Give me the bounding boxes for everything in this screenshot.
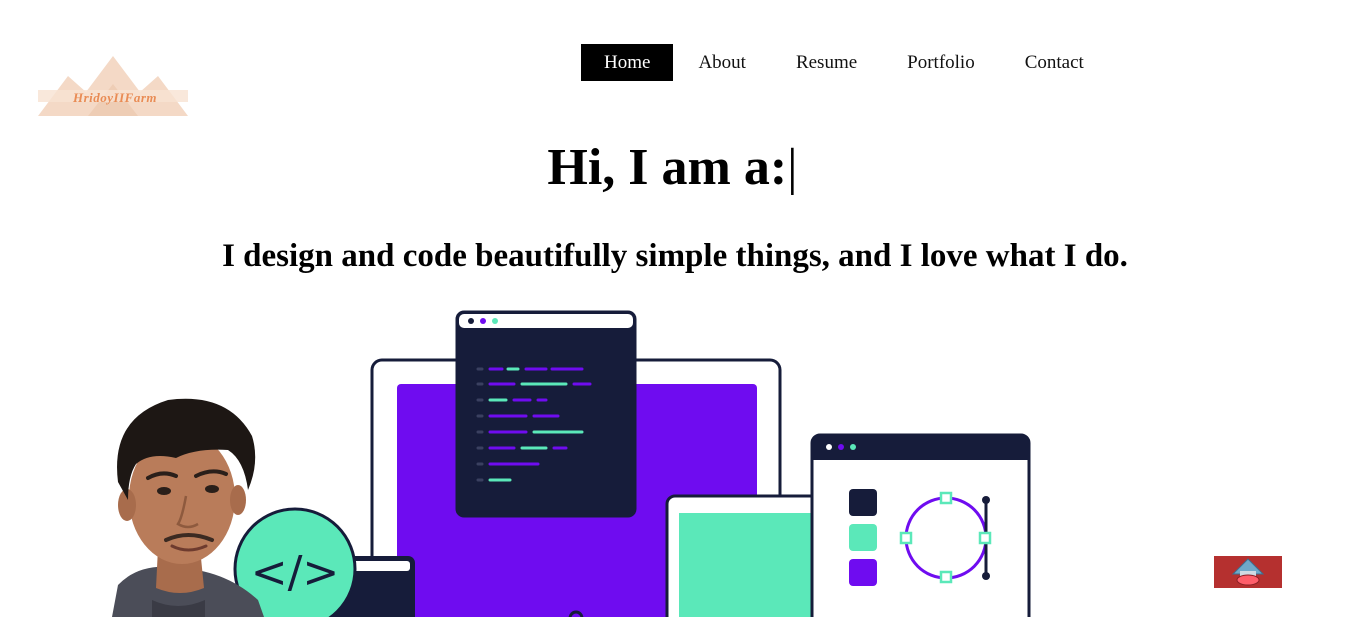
logo-text: HridoyIIFarm [72,90,157,105]
main-nav: Home About Resume Portfolio Contact [581,44,1109,81]
hero-title-text: Hi, I am a: [547,139,788,196]
nav-resume[interactable]: Resume [771,44,882,81]
tablet-graphic [665,494,829,617]
typing-cursor: | [787,139,798,196]
nav-home[interactable]: Home [581,44,674,81]
nav-portfolio[interactable]: Portfolio [882,44,1000,81]
code-brackets-icon: </> [251,547,340,598]
hero-subtitle: I design and code beautifully simple thi… [222,238,1128,274]
logo-mountains-icon [38,56,188,116]
nav-about[interactable]: About [673,44,771,81]
arrow-up-icon [1231,558,1265,586]
hero-illustration: </> [112,310,1031,617]
hero-title: Hi, I am a:| [0,138,1345,198]
scroll-top-button[interactable] [1214,556,1282,588]
code-window-graphic [455,310,637,518]
nav-contact[interactable]: Contact [1000,44,1109,81]
page: HridoyIIFarm Home About Resume Portfolio… [0,0,1345,617]
design-window-graphic [810,433,1031,617]
site-logo[interactable]: HridoyIIFarm [38,54,188,118]
